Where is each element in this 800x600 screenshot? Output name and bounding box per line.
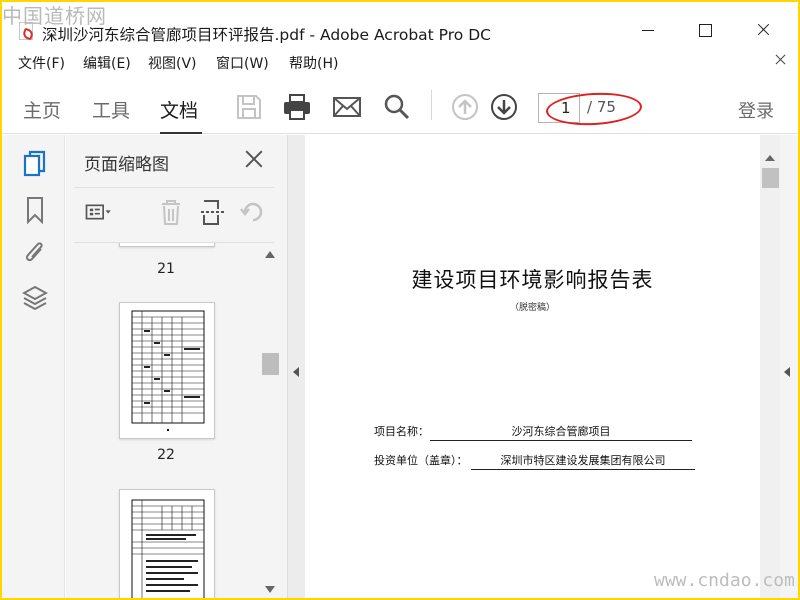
bookmark-icon[interactable]	[22, 195, 48, 225]
close-panel-icon[interactable]	[243, 149, 263, 169]
page-thumbnail[interactable]	[119, 243, 215, 247]
maximize-button[interactable]	[694, 20, 714, 40]
page-thumbnail-preview	[131, 310, 205, 431]
menu-file[interactable]: 文件(F)	[18, 53, 65, 73]
save-icon[interactable]	[234, 92, 264, 122]
document-subtitle: （脱密稿）	[509, 303, 555, 313]
close-window-button[interactable]	[754, 20, 774, 40]
field-label: 投资单位（盖章）：	[374, 454, 468, 467]
tab-tools[interactable]: 工具	[92, 96, 130, 123]
attachment-icon[interactable]	[22, 237, 48, 267]
page-thumbnail[interactable]	[119, 489, 215, 598]
thumbnail-panel: 页面缩略图 21 22	[66, 135, 288, 598]
page-thumbnails-icon[interactable]	[22, 149, 48, 179]
field-value: 沙河东综合管廊项目	[430, 423, 692, 441]
layers-icon[interactable]	[22, 283, 48, 313]
main-toolbar: 主页 工具 文档 1 / 75 登录	[2, 74, 798, 134]
collapse-panel-icon[interactable]	[293, 367, 299, 377]
tab-document[interactable]: 文档	[160, 96, 198, 123]
next-page-icon[interactable]	[489, 92, 519, 122]
menu-bar: 文件(F) 编辑(E) 视图(V) 窗口(W) 帮助(H)	[2, 49, 798, 73]
scroll-up-icon[interactable]	[765, 155, 775, 161]
document-title: 建设项目环境影响报告表	[411, 268, 654, 292]
title-bar: 深圳沙河东综合管廊项目环评报告.pdf - Adobe Acrobat Pro …	[2, 2, 798, 46]
previous-page-icon[interactable]	[450, 92, 480, 122]
field-label: 项目名称：	[374, 425, 429, 438]
menu-window[interactable]: 窗口(W)	[216, 53, 269, 73]
watermark-bottom: www.cndao.com	[654, 570, 795, 591]
scrollbar-thumb[interactable]	[262, 353, 279, 375]
panel-title: 页面缩略图	[84, 155, 169, 175]
navigation-rail	[2, 135, 65, 598]
thumbnail-list: 21 22	[66, 243, 266, 598]
page-thumbnail-preview	[131, 499, 205, 598]
page-thumbnail[interactable]	[119, 302, 215, 439]
page-number-label: 22	[157, 447, 175, 463]
toolbar-separator	[431, 90, 432, 120]
document-view: 建设项目环境影响报告表 （脱密稿） 项目名称： 沙河东综合管廊项目 投资单位（盖…	[305, 135, 760, 598]
minimize-button[interactable]	[638, 20, 658, 40]
page-number-label: 21	[157, 261, 175, 277]
scrollbar-thumb[interactable]	[762, 168, 779, 188]
watermark-top: 中国道桥网	[2, 4, 107, 28]
scroll-up-icon[interactable]	[265, 251, 275, 258]
close-document-icon[interactable]	[774, 53, 786, 65]
menu-view[interactable]: 视图(V)	[148, 53, 197, 73]
thumbnail-options-icon[interactable]	[84, 198, 114, 226]
document-scrollbar[interactable]	[760, 135, 780, 598]
expand-right-pane-icon[interactable]	[784, 367, 790, 377]
rotate-page-icon[interactable]	[238, 198, 268, 226]
delete-page-icon[interactable]	[156, 198, 186, 226]
menu-help[interactable]: 帮助(H)	[289, 53, 338, 73]
thumbnail-toolbar	[74, 187, 274, 243]
field-value: 深圳市特区建设发展集团有限公司	[471, 452, 695, 470]
menu-edit[interactable]: 编辑(E)	[83, 53, 131, 73]
app-window: 中国道桥网 深圳沙河东综合管廊项目环评报告.pdf - Adobe Acroba…	[2, 2, 798, 598]
right-pane-toggle[interactable]	[780, 135, 798, 598]
thumbnail-scrollbar[interactable]	[260, 245, 280, 598]
print-icon[interactable]	[282, 92, 312, 122]
extract-page-icon[interactable]	[198, 198, 228, 226]
search-icon[interactable]	[382, 92, 412, 122]
panel-splitter[interactable]	[288, 135, 305, 598]
active-tab-indicator	[160, 132, 202, 134]
window-title: 深圳沙河东综合管廊项目环评报告.pdf - Adobe Acrobat Pro …	[42, 26, 491, 44]
tab-home[interactable]: 主页	[23, 96, 61, 123]
login-button[interactable]: 登录	[738, 97, 774, 123]
email-icon[interactable]	[332, 92, 362, 122]
scroll-down-icon[interactable]	[265, 586, 275, 593]
